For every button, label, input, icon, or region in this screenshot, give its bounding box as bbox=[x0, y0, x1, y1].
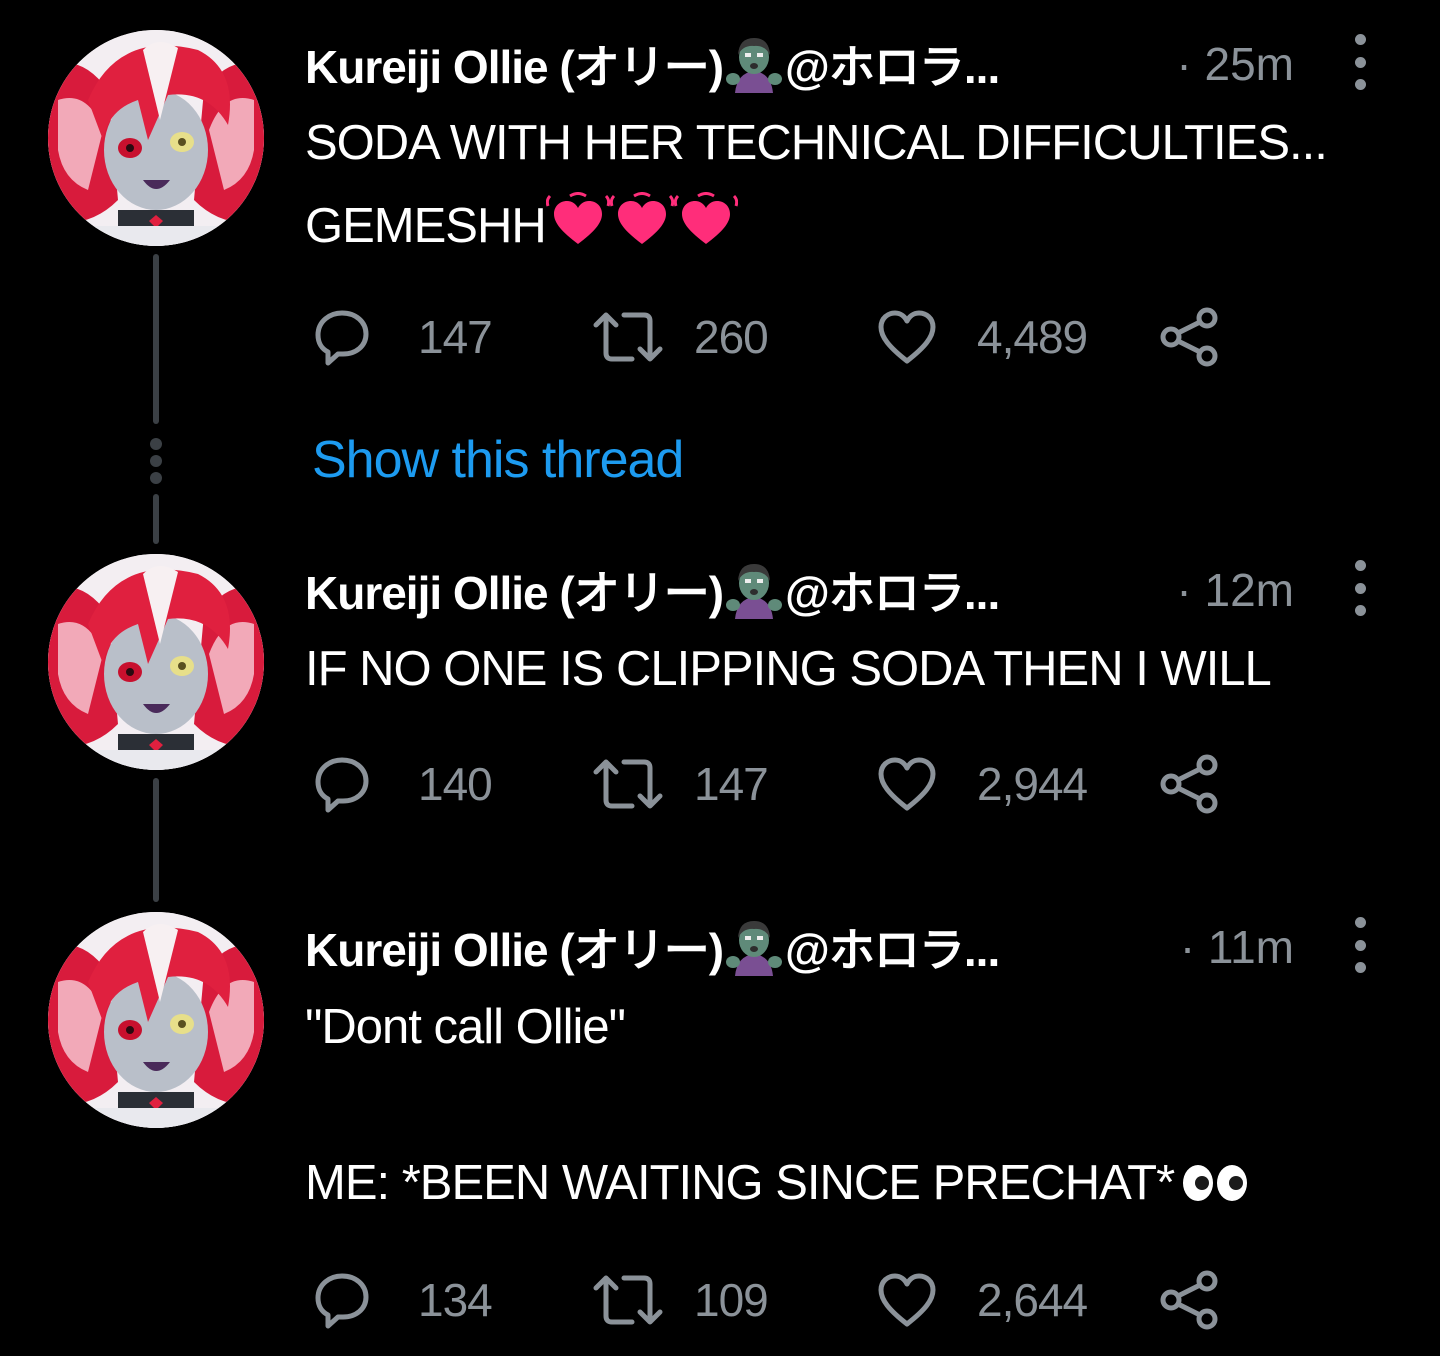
tweet-actions: 147 260 4,489 bbox=[305, 305, 1245, 369]
tweet-text: IF NO ONE IS CLIPPING SODA THEN I WILL bbox=[305, 640, 1272, 698]
thread-connector bbox=[153, 254, 159, 424]
retweet-count: 147 bbox=[694, 758, 769, 810]
share-button[interactable] bbox=[1157, 305, 1221, 369]
more-vertical-icon[interactable] bbox=[1348, 34, 1372, 90]
user-handle[interactable]: @ホロラ... bbox=[785, 557, 1000, 623]
like-count: 4,489 bbox=[977, 311, 1088, 363]
eyes-emoji-icon bbox=[1180, 1163, 1250, 1203]
like-button[interactable]: 2,644 bbox=[875, 1268, 1088, 1332]
share-button[interactable] bbox=[1157, 1268, 1221, 1332]
zombie-emoji-icon bbox=[725, 561, 783, 619]
retweet-icon bbox=[588, 305, 668, 369]
avatar[interactable] bbox=[48, 912, 264, 1128]
tweet-text-line: SODA WITH HER TECHNICAL DIFFICULTIES... bbox=[305, 116, 1328, 170]
reply-button[interactable]: 134 bbox=[310, 1268, 493, 1332]
share-icon bbox=[1157, 305, 1221, 369]
heart-icon bbox=[875, 752, 939, 816]
user-handle[interactable]: @ホロラ... bbox=[785, 914, 1000, 980]
reply-icon bbox=[310, 305, 374, 369]
zombie-emoji-icon bbox=[725, 918, 783, 976]
tweet-text-line-with-emoji: ME: *BEEN WAITING SINCE PRECHAT* bbox=[305, 1154, 1250, 1212]
tweet-text-line-with-emoji: GEMESHH bbox=[305, 192, 1327, 255]
beating-heart-emoji-icon bbox=[674, 192, 738, 248]
share-button[interactable] bbox=[1157, 752, 1221, 816]
retweet-count: 260 bbox=[694, 311, 769, 363]
more-vertical-icon[interactable] bbox=[1348, 917, 1372, 973]
thread-connector bbox=[153, 494, 159, 544]
retweet-button[interactable]: 147 bbox=[588, 752, 769, 816]
tweet-header: Kureiji Ollie (オリー) @ホロラ... bbox=[305, 31, 1000, 97]
thread-connector bbox=[153, 778, 159, 902]
thread-gap-dots bbox=[150, 438, 162, 489]
tweet-text-line: ME: *BEEN WAITING SINCE PRECHAT* bbox=[305, 1156, 1175, 1210]
like-button[interactable]: 2,944 bbox=[875, 752, 1088, 816]
reply-icon bbox=[310, 1268, 374, 1332]
more-vertical-icon[interactable] bbox=[1348, 560, 1372, 616]
share-icon bbox=[1157, 1268, 1221, 1332]
retweet-icon bbox=[588, 752, 668, 816]
tweet-actions: 140 147 2,944 bbox=[305, 752, 1245, 816]
show-thread-link[interactable]: Show this thread bbox=[312, 430, 684, 490]
display-name[interactable]: Kureiji Ollie (オリー) bbox=[305, 914, 724, 980]
beating-heart-emoji-icon bbox=[546, 192, 610, 248]
avatar[interactable] bbox=[48, 30, 264, 246]
retweet-count: 109 bbox=[694, 1274, 769, 1326]
tweet-text-line: GEMESHH bbox=[305, 199, 547, 253]
reply-count: 140 bbox=[418, 758, 493, 810]
share-icon bbox=[1157, 752, 1221, 816]
tweet-text-line: "Dont call Ollie" bbox=[305, 1000, 626, 1054]
display-name[interactable]: Kureiji Ollie (オリー) bbox=[305, 557, 724, 623]
retweet-button[interactable]: 109 bbox=[588, 1268, 769, 1332]
tweet-actions: 134 109 2,644 bbox=[305, 1268, 1245, 1332]
like-count: 2,944 bbox=[977, 758, 1088, 810]
avatar[interactable] bbox=[48, 554, 264, 770]
reply-count: 147 bbox=[418, 311, 493, 363]
reply-icon bbox=[310, 752, 374, 816]
timestamp[interactable]: · 11m bbox=[1180, 917, 1294, 977]
tweet-text: "Dont call Ollie" ME: *BEEN WAITING SINC… bbox=[305, 998, 1250, 1212]
timestamp[interactable]: · 12m bbox=[1176, 560, 1294, 620]
like-button[interactable]: 4,489 bbox=[875, 305, 1088, 369]
retweet-icon bbox=[588, 1268, 668, 1332]
user-handle[interactable]: @ホロラ... bbox=[785, 31, 1000, 97]
tweet-text-line: IF NO ONE IS CLIPPING SODA THEN I WILL bbox=[305, 642, 1272, 696]
like-count: 2,644 bbox=[977, 1274, 1088, 1326]
zombie-emoji-icon bbox=[725, 35, 783, 93]
beating-heart-emoji-icon bbox=[610, 192, 674, 248]
tweet-header: Kureiji Ollie (オリー) @ホロラ... bbox=[305, 557, 1000, 623]
reply-button[interactable]: 147 bbox=[310, 305, 493, 369]
reply-button[interactable]: 140 bbox=[310, 752, 493, 816]
display-name[interactable]: Kureiji Ollie (オリー) bbox=[305, 31, 724, 97]
reply-count: 134 bbox=[418, 1274, 493, 1326]
retweet-button[interactable]: 260 bbox=[588, 305, 769, 369]
tweet-header: Kureiji Ollie (オリー) @ホロラ... bbox=[305, 914, 1000, 980]
heart-icon bbox=[875, 1268, 939, 1332]
heart-icon bbox=[875, 305, 939, 369]
tweet-text: SODA WITH HER TECHNICAL DIFFICULTIES... … bbox=[305, 114, 1328, 255]
timestamp[interactable]: · 25m bbox=[1176, 34, 1294, 94]
